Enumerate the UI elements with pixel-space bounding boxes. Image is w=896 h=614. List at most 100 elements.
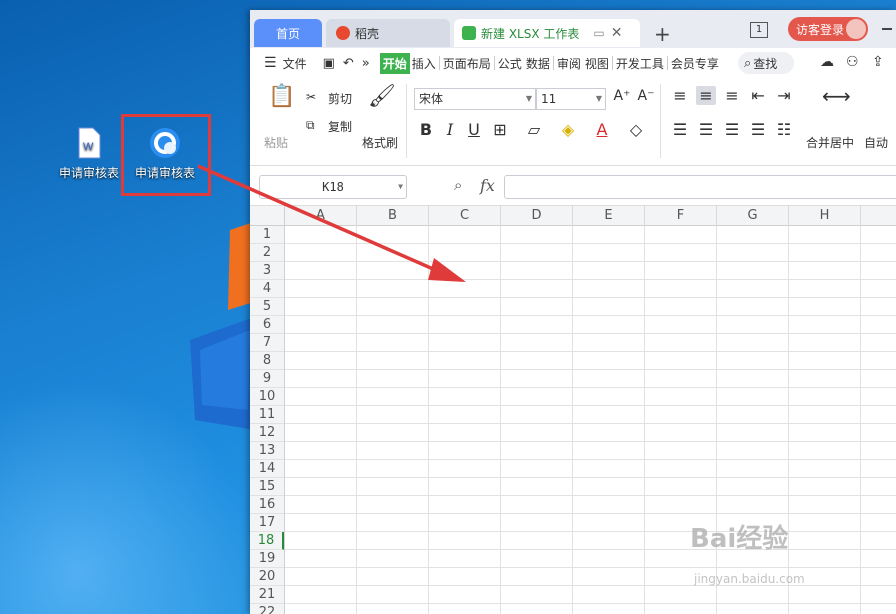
column-header[interactable]: F — [645, 206, 717, 226]
new-tab-button[interactable]: + — [654, 22, 671, 46]
row-header[interactable]: 21 — [250, 586, 284, 604]
row-header[interactable]: 3 — [250, 262, 284, 280]
wrap-button[interactable]: 自动 — [864, 134, 888, 151]
font-color-icon[interactable]: A — [592, 120, 612, 139]
highlight-color-icon[interactable]: ◈ — [558, 120, 578, 139]
menu-insert[interactable]: 插入 — [410, 55, 438, 72]
menu-view[interactable]: 视图 — [583, 55, 611, 72]
undo-icon[interactable]: ↶ — [343, 56, 354, 71]
column-header[interactable]: B — [357, 206, 429, 226]
menu-separator — [552, 56, 554, 70]
tab-count-badge[interactable]: 1 — [750, 22, 768, 38]
row-header[interactable]: 16 — [250, 496, 284, 514]
sheet-grid: ABCDEFGH 1 2 3 4 5 6 7 8 9 10 11 12 13 14 15 16 17 18 19 20… — [250, 206, 896, 614]
select-all-corner[interactable] — [250, 206, 285, 226]
cell-area[interactable] — [285, 226, 896, 614]
column-header[interactable]: E — [573, 206, 645, 226]
paste-icon[interactable]: 📋 — [268, 84, 295, 109]
menu-file[interactable]: 文件 — [281, 55, 309, 72]
row-header[interactable]: 8 — [250, 352, 284, 370]
menu-home[interactable]: 开始 — [379, 52, 410, 74]
align-middle-icon[interactable]: ≡ — [696, 86, 716, 105]
name-box[interactable]: K18 ▼ — [259, 175, 407, 199]
merge-center-button[interactable]: 合并居中 — [806, 134, 854, 151]
column-header[interactable]: H — [789, 206, 861, 226]
menu-member[interactable]: 会员专享 — [669, 55, 721, 72]
cut-button[interactable]: 剪切 — [328, 90, 352, 107]
bold-icon[interactable]: B — [416, 120, 436, 139]
cloud-sync-icon[interactable]: ☁ — [820, 54, 834, 70]
hamburger-icon[interactable]: ☰ — [264, 55, 277, 71]
shrink-font-icon[interactable]: A⁻ — [636, 88, 656, 104]
fx-icon[interactable]: fx — [480, 176, 495, 195]
more-icon[interactable]: » — [362, 56, 370, 71]
column-header[interactable]: A — [285, 206, 357, 226]
row-header[interactable]: 5 — [250, 298, 284, 316]
underline-icon[interactable]: U — [464, 120, 484, 139]
row-header[interactable]: 1 — [250, 226, 284, 244]
row-header[interactable]: 2 — [250, 244, 284, 262]
row-header[interactable]: 10 — [250, 388, 284, 406]
menu-review[interactable]: 审阅 — [555, 55, 583, 72]
tab-daoke[interactable]: 稻壳 — [326, 19, 450, 47]
grow-font-icon[interactable]: A⁺ — [612, 88, 632, 104]
font-family-select[interactable]: 宋体 ▼ — [414, 88, 536, 110]
row-header[interactable]: 18 — [250, 532, 284, 550]
menu-data[interactable]: 数据 — [524, 55, 552, 72]
paste-label[interactable]: 粘贴 — [264, 134, 288, 151]
search-box[interactable]: ⌕ 查找 — [738, 52, 794, 74]
justify-icon[interactable]: ☰ — [748, 120, 768, 139]
tab-home[interactable]: 首页 — [254, 19, 322, 47]
desktop-icon-doc[interactable]: W 申请审核表 — [54, 126, 124, 181]
row-header[interactable]: 20 — [250, 568, 284, 586]
column-header[interactable]: D — [501, 206, 573, 226]
row-header[interactable]: 22 — [250, 604, 284, 614]
zoom-icon[interactable]: ⌕ — [454, 176, 462, 194]
login-button[interactable]: 访客登录 — [788, 17, 868, 41]
row-header[interactable]: 17 — [250, 514, 284, 532]
menu-page-layout[interactable]: 页面布局 — [441, 55, 493, 72]
font-size-select[interactable]: 11 ▼ — [536, 88, 606, 110]
pin-icon[interactable]: ▭ — [593, 26, 604, 40]
menu-formulas[interactable]: 公式 — [496, 55, 524, 72]
row-header[interactable]: 9 — [250, 370, 284, 388]
indent-decrease-icon[interactable]: ⇤ — [748, 86, 768, 105]
distribute-icon[interactable]: ☷ — [774, 120, 794, 139]
minimize-icon[interactable] — [882, 28, 892, 30]
column-header[interactable]: G — [717, 206, 789, 226]
column-header[interactable]: C — [429, 206, 501, 226]
menu-developer[interactable]: 开发工具 — [614, 55, 666, 72]
row-header[interactable]: 4 — [250, 280, 284, 298]
ribbon-separator — [406, 84, 407, 158]
align-left-icon[interactable]: ☰ — [670, 120, 690, 139]
share-user-icon[interactable]: ⚇ — [846, 54, 859, 70]
menu-separator — [493, 56, 495, 70]
row-header[interactable]: 13 — [250, 442, 284, 460]
row-header[interactable]: 15 — [250, 478, 284, 496]
row-header[interactable]: 7 — [250, 334, 284, 352]
fill-color-icon[interactable]: ▱ — [524, 120, 544, 139]
export-icon[interactable]: ⇪ — [872, 54, 884, 70]
align-right-icon[interactable]: ☰ — [722, 120, 742, 139]
copy-button[interactable]: 复制 — [328, 118, 352, 135]
highlight-box — [121, 114, 211, 196]
border-icon[interactable]: ⊞ — [490, 120, 510, 139]
row-header[interactable]: 11 — [250, 406, 284, 424]
clear-format-icon[interactable]: ◇ — [626, 120, 646, 139]
row-header[interactable]: 6 — [250, 316, 284, 334]
formula-input[interactable] — [504, 175, 896, 199]
format-painter-button[interactable]: 格式刷 — [362, 134, 398, 151]
tab-document[interactable]: 新建 XLSX 工作表 ▭ ✕ — [454, 19, 640, 47]
row-header[interactable]: 14 — [250, 460, 284, 478]
save-icon[interactable]: ▣ — [323, 56, 335, 71]
align-center-icon[interactable]: ☰ — [696, 120, 716, 139]
indent-increase-icon[interactable]: ⇥ — [774, 86, 794, 105]
row-header[interactable]: 12 — [250, 424, 284, 442]
close-icon[interactable]: ✕ — [611, 25, 623, 41]
row-header[interactable]: 19 — [250, 550, 284, 568]
align-bottom-icon[interactable]: ≡ — [722, 86, 742, 105]
menu-separator — [611, 56, 613, 70]
align-top-icon[interactable]: ≡ — [670, 86, 690, 105]
formula-bar: K18 ▼ ⌕ fx — [250, 166, 896, 206]
italic-icon[interactable]: I — [440, 120, 460, 139]
